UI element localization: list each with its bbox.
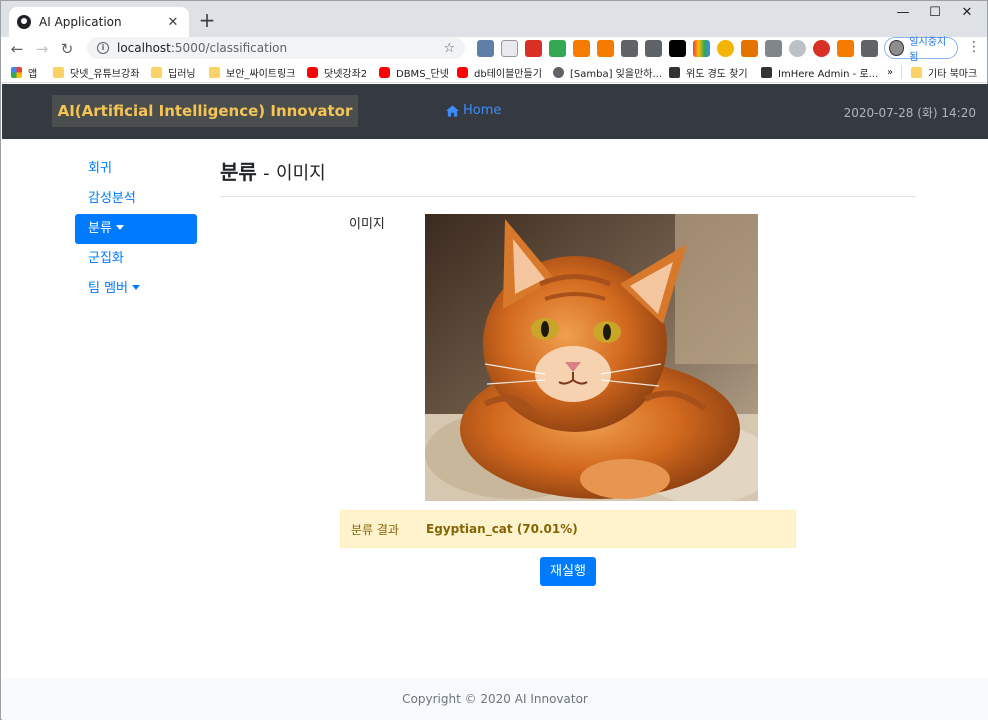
extension-icon[interactable] [573, 40, 590, 57]
page-title: 분류 - 이미지 [220, 152, 916, 197]
star-icon[interactable]: ☆ [443, 41, 455, 56]
puzzle-icon[interactable] [861, 40, 878, 57]
window-close-icon[interactable]: ✕ [947, 1, 987, 27]
bookmark-item[interactable]: db테이블만들기 [457, 64, 542, 80]
back-icon[interactable]: ← [7, 39, 27, 59]
extension-icon[interactable] [741, 40, 758, 57]
sidebar-item-regression[interactable]: 회귀 [75, 154, 197, 184]
extension-icon[interactable] [549, 40, 566, 57]
globe-icon [553, 66, 564, 78]
url-text: localhost:5000/classification [117, 41, 288, 55]
bookmark-item[interactable]: 위도 경도 찾기 [669, 64, 748, 80]
datetime-display: 2020-07-28 (화) 14:20 [843, 106, 976, 120]
nav-home-link[interactable]: Home [446, 103, 501, 118]
forward-icon[interactable]: → [32, 39, 52, 59]
copyright-text: Copyright © 2020 AI Innovator [402, 692, 588, 706]
youtube-icon [457, 66, 468, 78]
brand-link[interactable]: AI(Artificial Intelligence) Innovator [52, 95, 358, 127]
youtube-icon [379, 66, 390, 78]
browser-toolbar: ← → ↻ i localhost:5000/classification ☆ [1, 37, 987, 63]
home-icon [446, 104, 459, 117]
profile-label: 일시중지됨 [909, 37, 947, 63]
classification-result: 분류 결과 Egyptian_cat (70.01%) [340, 510, 796, 548]
sidebar: 회귀 감성분석 분류 군집화 팀 멤버 [75, 154, 197, 304]
caret-down-icon [132, 285, 141, 290]
folder-icon [151, 66, 162, 78]
sidebar-item-team[interactable]: 팀 멤버 [75, 274, 197, 304]
extension-icon[interactable] [501, 40, 518, 57]
extension-icon[interactable] [813, 40, 830, 57]
sidebar-item-clustering[interactable]: 군집화 [75, 244, 197, 274]
bookmark-item[interactable]: 딥러닝 [151, 64, 196, 80]
bookmark-separator [901, 65, 902, 79]
bookmark-item[interactable]: ImHere Admin - 로... [761, 64, 878, 80]
extension-icon[interactable] [765, 40, 782, 57]
extension-icon[interactable] [789, 40, 806, 57]
close-tab-icon[interactable]: ✕ [165, 15, 181, 30]
extension-icon[interactable] [717, 40, 734, 57]
extension-icon[interactable] [645, 40, 662, 57]
sidebar-item-sentiment[interactable]: 감성분석 [75, 184, 197, 214]
new-tab-icon[interactable]: + [197, 9, 217, 31]
info-icon[interactable]: i [97, 42, 109, 54]
folder-icon [53, 66, 64, 78]
extension-icon[interactable] [597, 40, 614, 57]
bookmark-apps[interactable]: 앱 [11, 64, 37, 80]
classified-image [425, 214, 758, 501]
rerun-button[interactable]: 재실행 [540, 557, 596, 586]
footer: Copyright © 2020 AI Innovator [2, 678, 988, 720]
sidebar-item-classification[interactable]: 분류 [75, 214, 197, 244]
bookmarks-bar: 앱 닷넷_유튜브강좌 딥러닝 보안_싸이트링크 닷넷강좌2 DBMS_단넷 db… [1, 61, 987, 83]
nav-home-label: Home [463, 103, 502, 118]
page-icon [761, 66, 772, 78]
favicon-icon [17, 15, 31, 29]
caret-down-icon [115, 225, 124, 230]
image-label: 이미지 [349, 217, 385, 232]
bookmark-item[interactable]: [Samba] 잊을만하... [553, 64, 662, 80]
tab-title: AI Application [39, 15, 122, 29]
extension-icon[interactable] [525, 40, 542, 57]
youtube-icon [307, 66, 318, 78]
address-bar[interactable]: i localhost:5000/classification ☆ [87, 37, 465, 59]
folder-icon [209, 66, 220, 78]
result-label: 분류 결과 [351, 522, 399, 537]
browser-tab[interactable]: AI Application ✕ [9, 7, 189, 37]
extension-icon[interactable] [621, 40, 638, 57]
bookmark-item[interactable]: 닷넷강좌2 [307, 64, 367, 80]
bookmark-other[interactable]: 기타 북마크 [911, 64, 977, 80]
main-content: 분류 - 이미지 [220, 152, 916, 197]
top-navbar: AI(Artificial Intelligence) Innovator Ho… [2, 84, 988, 139]
bookmarks-overflow[interactable]: » [887, 64, 893, 80]
bookmark-item[interactable]: DBMS_단넷 [379, 64, 449, 80]
bookmark-item[interactable]: 닷넷_유튜브강좌 [53, 64, 139, 80]
page-viewport: AI(Artificial Intelligence) Innovator Ho… [2, 84, 988, 720]
browser-window: AI Application ✕ + — ☐ ✕ ← → ↻ i localho… [0, 0, 988, 720]
cat-photo-icon [425, 214, 758, 501]
extension-icon[interactable] [669, 40, 686, 57]
extension-icon[interactable] [477, 40, 494, 57]
result-value: Egyptian_cat (70.01%) [426, 522, 578, 536]
profile-button[interactable]: 일시중지됨 [884, 37, 958, 63]
tab-strip: AI Application ✕ + — ☐ ✕ [1, 1, 987, 37]
extensions-area [477, 40, 878, 57]
menu-icon[interactable]: ⋮ [967, 39, 981, 55]
folder-icon [911, 66, 922, 78]
avatar [889, 40, 905, 56]
reload-icon[interactable]: ↻ [57, 39, 77, 59]
extension-icon[interactable] [693, 40, 710, 57]
bookmark-item[interactable]: 보안_싸이트링크 [209, 64, 295, 80]
page-icon [669, 66, 680, 78]
extension-icon[interactable] [837, 40, 854, 57]
apps-grid-icon [11, 66, 22, 78]
